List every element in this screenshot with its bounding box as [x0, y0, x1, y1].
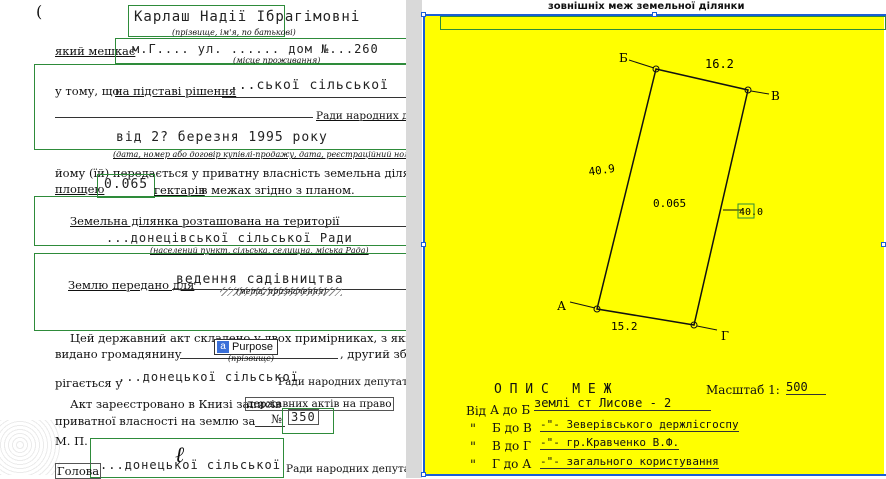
- name-handwritten: Карлаш Надії Ібрагімовні: [134, 9, 361, 25]
- head-handwritten: ...донецької сільської: [100, 458, 281, 472]
- purpose-tag-label: Purpose: [232, 341, 273, 353]
- signature-mark: ℓ: [175, 443, 185, 468]
- left-document-page: ( Карлаш Надії Ібрагімовні (прізвище, ім…: [0, 0, 471, 479]
- residence-handwritten: м.Г.... ул. ...... дом №...260: [132, 42, 379, 56]
- resize-handle-mid-left[interactable]: [421, 242, 426, 247]
- purpose-caption: (мета, призначення): [220, 287, 343, 296]
- head-suffix: Ради народних депутатів: [286, 463, 426, 475]
- resize-handle-bottom-left[interactable]: [421, 472, 426, 477]
- stamp-smudge: [0, 420, 60, 475]
- basis-handwritten: ...ської сільської: [230, 78, 389, 93]
- name-caption: (прізвище, ім'я, по батькові): [172, 28, 296, 37]
- record-number-handwritten: 350: [288, 409, 319, 425]
- head-label: Голова: [55, 463, 102, 479]
- purpose-annotation-tag[interactable]: a Purpose: [214, 339, 278, 355]
- record-number-label: №: [271, 412, 282, 426]
- selected-region-frame[interactable]: [423, 14, 886, 476]
- location-line: [310, 226, 406, 227]
- stored-suffix: Ради народних депутатів.: [278, 376, 421, 388]
- text-field-icon: a: [217, 341, 229, 353]
- ownership-label: приватної власності на землю за: [55, 414, 256, 428]
- area-handwritten: 0.065: [104, 177, 149, 192]
- surname-caption: (прізвище): [228, 354, 274, 363]
- purpose-handwritten: ведення садівництва: [176, 272, 344, 287]
- plan-heading: зовнішніх меж земельної ділянки: [548, 1, 745, 12]
- date-handwritten: від 2? березня 1995 року: [116, 130, 328, 145]
- stored-label: рігається у: [55, 376, 123, 390]
- stored-handwritten: ...донецької сільської: [118, 370, 299, 384]
- location-label: Земельна ділянка розташована на територі…: [70, 214, 340, 228]
- council-line: [55, 117, 313, 118]
- ownership-line: [255, 426, 285, 427]
- date-caption: (дата, номер або договір купівлі-продажу…: [113, 150, 424, 159]
- basis-label: у тому, що: [55, 84, 120, 98]
- resize-handle-mid-right[interactable]: [881, 242, 886, 247]
- resize-handle-top-mid[interactable]: [652, 12, 657, 17]
- issued-label: видано громадянину: [55, 347, 182, 361]
- basis-line: [222, 97, 408, 98]
- location-handwritten: ...донецівської сільської Ради: [106, 231, 353, 245]
- resize-handle-top-left[interactable]: [421, 12, 426, 17]
- pane-divider[interactable]: [406, 0, 422, 478]
- plan-reference: в межах згідно з планом.: [201, 183, 355, 197]
- basis-underlined: на підставі рішення: [115, 84, 237, 98]
- area-unit: гектарів: [154, 183, 205, 197]
- corner-mark: (: [36, 2, 43, 21]
